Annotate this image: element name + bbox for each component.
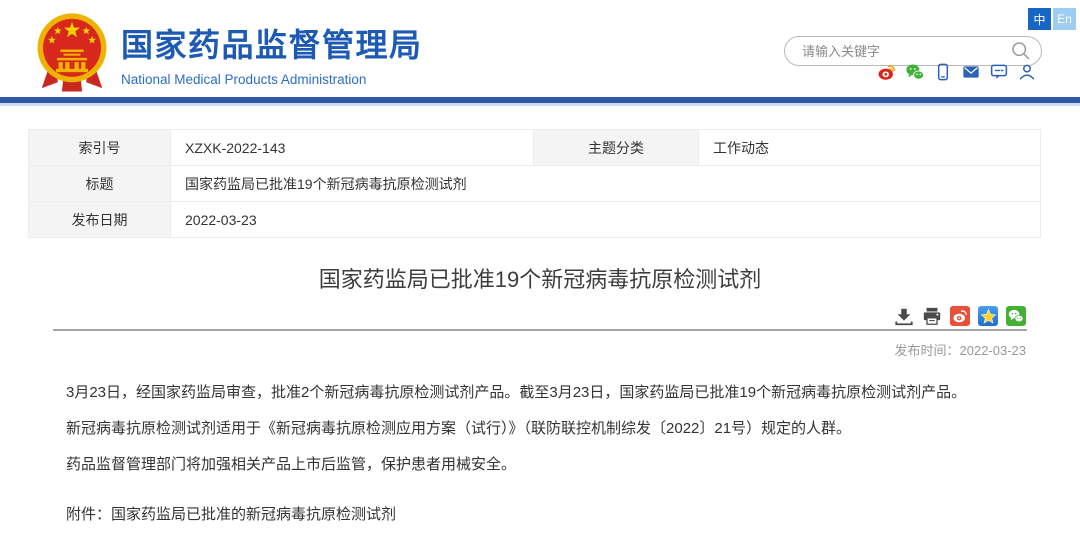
share-wechat-icon [1008, 308, 1024, 324]
article-title: 国家药监局已批准19个新冠病毒抗原检测试剂 [28, 262, 1052, 294]
search-input[interactable] [800, 43, 1011, 60]
info-label-date: 发布日期 [29, 202, 171, 238]
site-title-zh: 国家药品监督管理局 [121, 20, 423, 66]
title-divider-line [53, 329, 1027, 331]
site-brand: 国家药品监督管理局 National Medical Products Admi… [121, 20, 423, 87]
search-box [784, 36, 1042, 66]
national-emblem-icon [30, 10, 114, 94]
table-row: 标题 国家药监局已批准19个新冠病毒抗原检测试剂 [29, 166, 1041, 202]
header-divider-bar [0, 97, 1080, 106]
share-qzone-icon [980, 308, 997, 325]
lang-zh-button[interactable]: 中 [1028, 8, 1051, 30]
lang-en-button[interactable]: En [1053, 8, 1076, 30]
page-content: 索引号 XZXK-2022-143 主题分类 工作动态 标题 国家药监局已批准1… [0, 129, 1080, 533]
paragraph: 新冠病毒抗原检测试剂适用于《新冠病毒抗原检测应用方案（试行）》（联防联控机制综发… [66, 411, 1022, 447]
language-switch: 中 En [1028, 8, 1076, 30]
site-header: 国家药品监督管理局 National Medical Products Admi… [0, 0, 1080, 97]
search-button[interactable] [1011, 41, 1031, 61]
paragraph: 药品监督管理部门将加强相关产品上市后监管，保护患者用械安全。 [66, 447, 1022, 483]
download-icon [894, 307, 914, 326]
doc-info-table: 索引号 XZXK-2022-143 主题分类 工作动态 标题 国家药监局已批准1… [28, 129, 1041, 238]
table-row: 发布日期 2022-03-23 [29, 202, 1041, 238]
search-icon [1011, 41, 1031, 61]
mobile-icon[interactable] [934, 63, 952, 81]
print-icon [922, 307, 942, 326]
national-emblem-logo[interactable] [30, 10, 114, 94]
download-button[interactable] [894, 307, 914, 326]
article-body: 3月23日，经国家药监局审查，批准2个新冠病毒抗原检测试剂产品。截至3月23日，… [66, 375, 1022, 533]
user-icon[interactable] [1018, 63, 1036, 81]
social-icon-row [878, 63, 1036, 81]
publish-time: 发布时间：2022-03-23 [28, 340, 1026, 359]
info-label-category: 主题分类 [534, 130, 699, 166]
info-value-date: 2022-03-23 [171, 202, 1041, 238]
weibo-icon[interactable] [878, 63, 896, 81]
print-button[interactable] [922, 307, 942, 326]
attachment-link[interactable]: 附件：国家药监局已批准的新冠病毒抗原检测试剂 [66, 497, 1022, 533]
paragraph: 3月23日，经国家药监局审查，批准2个新冠病毒抗原检测试剂产品。截至3月23日，… [66, 375, 1022, 411]
wechat-icon[interactable] [906, 63, 924, 81]
message-icon[interactable] [990, 63, 1008, 81]
info-value-category: 工作动态 [699, 130, 1041, 166]
site-title-en: National Medical Products Administration [121, 72, 423, 87]
share-qzone-button[interactable] [978, 306, 998, 326]
info-value-title: 国家药监局已批准19个新冠病毒抗原检测试剂 [171, 166, 1041, 202]
table-row: 索引号 XZXK-2022-143 主题分类 工作动态 [29, 130, 1041, 166]
email-icon[interactable] [962, 63, 980, 81]
info-value-index: XZXK-2022-143 [171, 130, 534, 166]
article-toolbar [28, 306, 1026, 326]
share-wechat-button[interactable] [1006, 306, 1026, 326]
info-label-index: 索引号 [29, 130, 171, 166]
info-label-title: 标题 [29, 166, 171, 202]
share-weibo-icon [952, 308, 968, 324]
share-weibo-button[interactable] [950, 306, 970, 326]
